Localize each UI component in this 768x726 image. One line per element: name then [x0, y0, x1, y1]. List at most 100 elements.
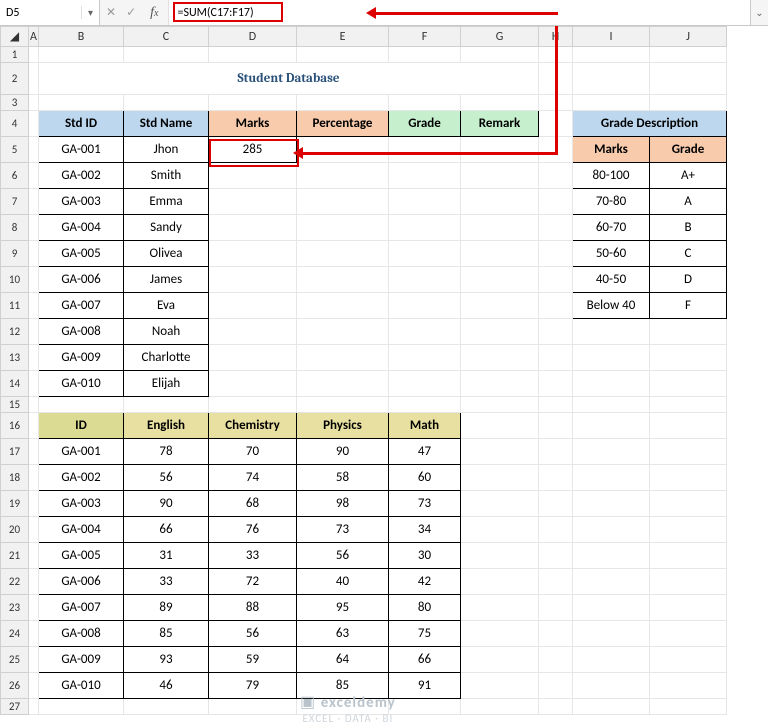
score-en-8[interactable]: 93 — [124, 647, 209, 673]
stu-name-2[interactable]: Emma — [124, 189, 209, 215]
col-C[interactable]: C — [124, 27, 209, 47]
formula-input[interactable]: =SUM(C17:F17) — [168, 0, 750, 25]
accept-icon[interactable]: ✓ — [126, 5, 136, 20]
stu-marks-8[interactable] — [209, 345, 297, 371]
stu-name-6[interactable]: Eva — [124, 293, 209, 319]
row-10[interactable]: 10 — [1, 267, 29, 293]
row-13[interactable]: 13 — [1, 345, 29, 371]
score-ch-9[interactable]: 79 — [209, 673, 297, 699]
stu-id-9[interactable]: GA-010 — [39, 371, 124, 397]
score-en-1[interactable]: 56 — [124, 465, 209, 491]
stu-marks-1[interactable] — [209, 163, 297, 189]
stu-marks-0[interactable]: 285 — [209, 137, 297, 163]
stu-id-0[interactable]: GA-001 — [39, 137, 124, 163]
row-19[interactable]: 19 — [1, 491, 29, 517]
formula-expand-icon[interactable]: ⌄ — [750, 0, 768, 25]
score-id-2[interactable]: GA-003 — [39, 491, 124, 517]
col-B[interactable]: B — [39, 27, 124, 47]
row-16[interactable]: 16 — [1, 413, 29, 439]
score-id-4[interactable]: GA-005 — [39, 543, 124, 569]
score-ma-2[interactable]: 73 — [389, 491, 461, 517]
name-box[interactable]: D5 ▾ — [0, 0, 100, 25]
stu-id-4[interactable]: GA-005 — [39, 241, 124, 267]
col-A[interactable]: A — [29, 27, 39, 47]
row-1[interactable]: 1 — [1, 47, 29, 63]
score-id-7[interactable]: GA-008 — [39, 621, 124, 647]
score-en-0[interactable]: 78 — [124, 439, 209, 465]
col-I[interactable]: I — [573, 27, 650, 47]
score-ph-0[interactable]: 90 — [297, 439, 389, 465]
row-2[interactable]: 2 — [1, 63, 29, 95]
score-en-7[interactable]: 85 — [124, 621, 209, 647]
score-en-5[interactable]: 33 — [124, 569, 209, 595]
score-ma-7[interactable]: 75 — [389, 621, 461, 647]
row-22[interactable]: 22 — [1, 569, 29, 595]
row-4[interactable]: 4 — [1, 111, 29, 137]
score-ph-3[interactable]: 73 — [297, 517, 389, 543]
score-id-0[interactable]: GA-001 — [39, 439, 124, 465]
score-id-3[interactable]: GA-004 — [39, 517, 124, 543]
stu-name-7[interactable]: Noah — [124, 319, 209, 345]
score-ph-1[interactable]: 58 — [297, 465, 389, 491]
score-ph-9[interactable]: 85 — [297, 673, 389, 699]
col-E[interactable]: E — [297, 27, 389, 47]
stu-marks-9[interactable] — [209, 371, 297, 397]
score-ma-9[interactable]: 91 — [389, 673, 461, 699]
score-id-1[interactable]: GA-002 — [39, 465, 124, 491]
row-21[interactable]: 21 — [1, 543, 29, 569]
score-ch-8[interactable]: 59 — [209, 647, 297, 673]
stu-id-3[interactable]: GA-004 — [39, 215, 124, 241]
stu-id-5[interactable]: GA-006 — [39, 267, 124, 293]
score-ph-7[interactable]: 63 — [297, 621, 389, 647]
stu-marks-7[interactable] — [209, 319, 297, 345]
name-box-dropdown-icon[interactable]: ▾ — [81, 6, 99, 19]
row-23[interactable]: 23 — [1, 595, 29, 621]
score-ch-6[interactable]: 88 — [209, 595, 297, 621]
stu-marks-5[interactable] — [209, 267, 297, 293]
score-en-3[interactable]: 66 — [124, 517, 209, 543]
col-G[interactable]: G — [461, 27, 539, 47]
score-id-8[interactable]: GA-009 — [39, 647, 124, 673]
stu-name-9[interactable]: Elijah — [124, 371, 209, 397]
score-ph-4[interactable]: 56 — [297, 543, 389, 569]
score-ph-5[interactable]: 40 — [297, 569, 389, 595]
stu-name-4[interactable]: Olivea — [124, 241, 209, 267]
col-J[interactable]: J — [650, 27, 727, 47]
stu-id-1[interactable]: GA-002 — [39, 163, 124, 189]
score-id-6[interactable]: GA-007 — [39, 595, 124, 621]
select-all-corner[interactable]: ◢ — [1, 27, 29, 47]
row-26[interactable]: 26 — [1, 673, 29, 699]
score-en-9[interactable]: 46 — [124, 673, 209, 699]
stu-marks-4[interactable] — [209, 241, 297, 267]
score-ch-7[interactable]: 56 — [209, 621, 297, 647]
row-11[interactable]: 11 — [1, 293, 29, 319]
row-25[interactable]: 25 — [1, 647, 29, 673]
row-12[interactable]: 12 — [1, 319, 29, 345]
row-24[interactable]: 24 — [1, 621, 29, 647]
score-ma-8[interactable]: 66 — [389, 647, 461, 673]
stu-marks-3[interactable] — [209, 215, 297, 241]
score-ma-6[interactable]: 80 — [389, 595, 461, 621]
score-ch-4[interactable]: 33 — [209, 543, 297, 569]
row-7[interactable]: 7 — [1, 189, 29, 215]
col-F[interactable]: F — [389, 27, 461, 47]
row-6[interactable]: 6 — [1, 163, 29, 189]
score-ma-0[interactable]: 47 — [389, 439, 461, 465]
cancel-icon[interactable]: ✕ — [106, 5, 116, 20]
row-3[interactable]: 3 — [1, 95, 29, 111]
stu-id-7[interactable]: GA-008 — [39, 319, 124, 345]
score-ch-3[interactable]: 76 — [209, 517, 297, 543]
score-ph-8[interactable]: 64 — [297, 647, 389, 673]
stu-name-5[interactable]: James — [124, 267, 209, 293]
stu-id-2[interactable]: GA-003 — [39, 189, 124, 215]
stu-id-8[interactable]: GA-009 — [39, 345, 124, 371]
score-id-9[interactable]: GA-010 — [39, 673, 124, 699]
stu-id-6[interactable]: GA-007 — [39, 293, 124, 319]
fx-icon[interactable]: fx — [146, 5, 162, 21]
grid[interactable]: ◢ A B C D E F G H I J 1 2 Student Databa… — [0, 26, 768, 715]
row-8[interactable]: 8 — [1, 215, 29, 241]
stu-marks-6[interactable] — [209, 293, 297, 319]
stu-name-1[interactable]: Smith — [124, 163, 209, 189]
score-ma-1[interactable]: 60 — [389, 465, 461, 491]
score-en-6[interactable]: 89 — [124, 595, 209, 621]
